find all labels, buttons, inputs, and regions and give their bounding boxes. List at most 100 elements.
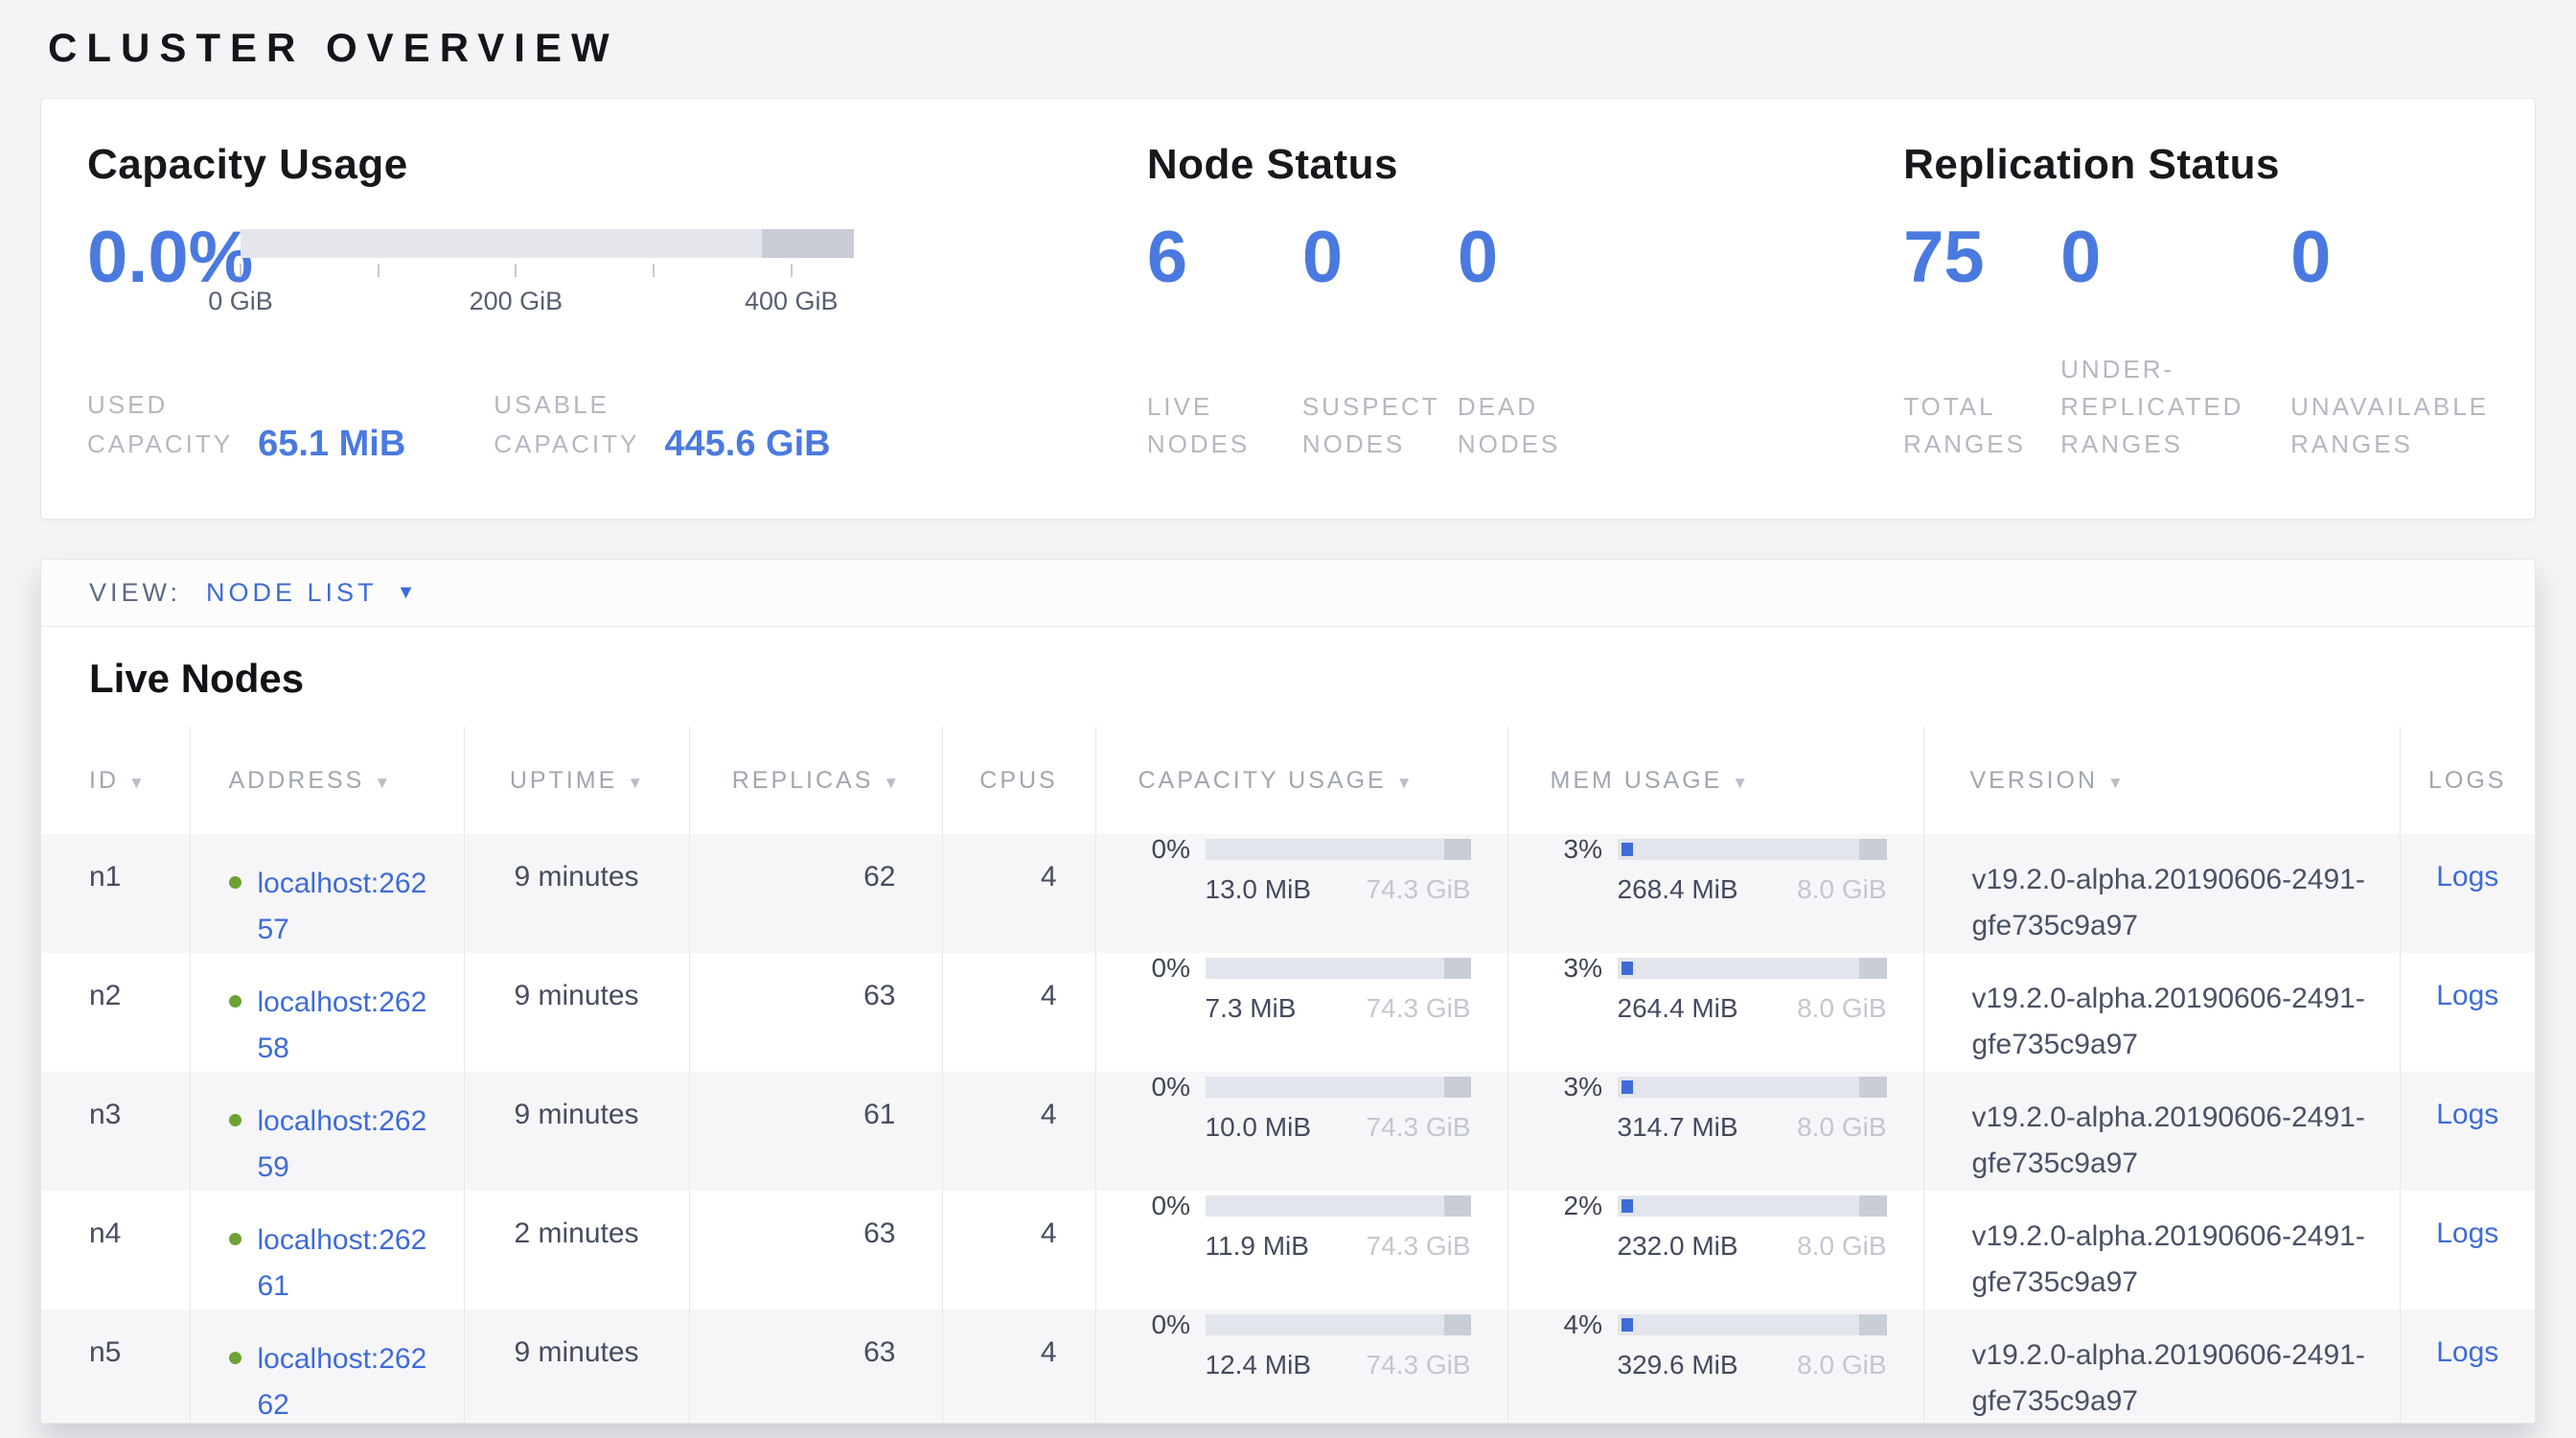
node-cpus-cell: 4 — [942, 1072, 1095, 1191]
column-header-cpus: CPUS — [942, 727, 1095, 834]
node-cpus-cell: 4 — [942, 1310, 1095, 1424]
mem-bar — [1618, 839, 1887, 860]
node-uptime-cell: 9 minutes — [464, 953, 689, 1072]
node-address-link[interactable]: localhost:26261 — [258, 1218, 438, 1310]
node-address-cell: localhost:26261 — [190, 1191, 464, 1310]
sort-caret-icon: ▼ — [2107, 774, 2124, 792]
node-address-link[interactable]: localhost:26262 — [258, 1336, 438, 1424]
sort-caret-icon: ▼ — [627, 774, 643, 792]
node-replicas-cell: 63 — [689, 953, 942, 1072]
node-version-cell: v19.2.0-alpha.20190606-2491-gfe735c9a97 — [1923, 1072, 2400, 1191]
node-live-status-icon — [229, 995, 242, 1008]
column-header-replicas[interactable]: REPLICAS▼ — [689, 727, 942, 834]
node-mem-usage-cell: 3% 264.4 MiB 8.0 GiB — [1507, 953, 1923, 1072]
mem-used-segment — [1622, 962, 1633, 975]
capacity-percent-label: 0% — [1152, 1310, 1206, 1340]
node-address-cell: localhost:26262 — [190, 1310, 464, 1424]
column-header-address[interactable]: ADDRESS▼ — [190, 727, 464, 834]
live-nodes-label: LIVE NODES — [1147, 388, 1302, 463]
suspect-nodes-count: 0 — [1302, 221, 1458, 294]
node-id-cell: n4 — [41, 1191, 190, 1310]
axis-label-0: 0 GiB — [208, 287, 273, 316]
node-replicas-cell: 61 — [689, 1072, 942, 1191]
node-id-cell: n1 — [41, 834, 190, 953]
live-nodes-stat: 6 LIVE NODES — [1147, 221, 1302, 463]
node-version-cell: v19.2.0-alpha.20190606-2491-gfe735c9a97 — [1923, 834, 2400, 953]
live-nodes-table: ID▼ ADDRESS▼ UPTIME▼ REPLICAS▼ CPUS CAPA… — [41, 727, 2535, 1424]
node-address-link[interactable]: localhost:26259 — [258, 1099, 438, 1191]
logs-link[interactable]: Logs — [2436, 1218, 2498, 1249]
node-replicas-cell: 63 — [689, 1310, 942, 1424]
sort-caret-icon: ▼ — [1396, 774, 1413, 792]
column-header-mem-usage[interactable]: MEM USAGE▼ — [1507, 727, 1923, 834]
node-id-cell: n3 — [41, 1072, 190, 1191]
node-live-status-icon — [229, 1352, 242, 1364]
node-rows: n1 localhost:26257 9 minutes 62 4 0% 13.… — [41, 834, 2535, 1424]
column-header-uptime[interactable]: UPTIME▼ — [464, 727, 689, 834]
page-title: CLUSTER OVERVIEW — [48, 25, 2536, 71]
node-version-cell: v19.2.0-alpha.20190606-2491-gfe735c9a97 — [1923, 1191, 2400, 1310]
live-nodes-panel: VIEW: NODE LIST ▼ Live Nodes ID▼ ADDRESS… — [40, 559, 2536, 1424]
logs-link[interactable]: Logs — [2436, 861, 2498, 893]
sort-caret-icon: ▼ — [374, 774, 390, 792]
column-header-capacity-usage[interactable]: CAPACITY USAGE▼ — [1095, 727, 1507, 834]
suspect-nodes-label: SUSPECT NODES — [1302, 388, 1458, 463]
node-logs-cell: Logs — [2400, 1191, 2535, 1310]
capacity-bar-reserved-segment — [762, 229, 854, 258]
node-capacity-usage-cell: 0% 12.4 MiB 74.3 GiB — [1095, 1310, 1507, 1424]
node-table-row: n1 localhost:26257 9 minutes 62 4 0% 13.… — [41, 834, 2535, 953]
total-ranges-label: TOTAL RANGES — [1903, 388, 2060, 463]
capacity-percent-label: 0% — [1152, 1072, 1206, 1102]
mem-used-segment — [1622, 1318, 1633, 1332]
column-header-id[interactable]: ID▼ — [41, 727, 190, 834]
view-selector-dropdown[interactable]: NODE LIST ▼ — [206, 578, 419, 608]
node-table-row: n4 localhost:26261 2 minutes 63 4 0% 11.… — [41, 1191, 2535, 1310]
unavailable-ranges-label: UNAVAILABLE RANGES — [2290, 388, 2489, 463]
mem-max-value: 8.0 GiB — [1797, 1231, 1886, 1262]
sort-caret-icon: ▼ — [883, 774, 899, 792]
capacity-percent-label: 0% — [1152, 1191, 1206, 1221]
node-mem-usage-cell: 3% 268.4 MiB 8.0 GiB — [1507, 834, 1923, 953]
mem-max-value: 8.0 GiB — [1797, 1112, 1886, 1143]
sort-caret-icon: ▼ — [1732, 774, 1748, 792]
node-address-link[interactable]: localhost:26257 — [258, 861, 438, 953]
node-logs-cell: Logs — [2400, 1310, 2535, 1424]
node-capacity-usage-cell: 0% 11.9 MiB 74.3 GiB — [1095, 1191, 1507, 1310]
mem-used-value: 232.0 MiB — [1618, 1231, 1738, 1262]
node-address-cell: localhost:26257 — [190, 834, 464, 953]
suspect-nodes-stat: 0 SUSPECT NODES — [1302, 221, 1458, 463]
node-logs-cell: Logs — [2400, 953, 2535, 1072]
capacity-usage-bar — [241, 229, 854, 258]
unavailable-ranges-stat: 0 UNAVAILABLE RANGES — [2290, 221, 2489, 463]
logs-link[interactable]: Logs — [2436, 1099, 2498, 1130]
capacity-usage-chart: 0.0% 0 GiB 200 GiB — [87, 221, 1147, 317]
node-capacity-usage-cell: 0% 10.0 MiB 74.3 GiB — [1095, 1072, 1507, 1191]
mem-max-value: 8.0 GiB — [1797, 993, 1886, 1024]
capacity-max-value: 74.3 GiB — [1367, 874, 1471, 905]
node-cpus-cell: 4 — [942, 953, 1095, 1072]
logs-link[interactable]: Logs — [2436, 1336, 2498, 1368]
used-capacity-label: USED CAPACITY — [87, 385, 233, 463]
mem-percent-label: 4% — [1564, 1310, 1618, 1340]
axis-label-200: 200 GiB — [470, 287, 564, 316]
node-logs-cell: Logs — [2400, 1072, 2535, 1191]
used-capacity-metric: USED CAPACITY 65.1 MiB — [87, 385, 405, 463]
capacity-used-value: 13.0 MiB — [1206, 874, 1312, 905]
column-header-version[interactable]: VERSION▼ — [1923, 727, 2400, 834]
node-id-cell: n5 — [41, 1310, 190, 1424]
capacity-used-value: 12.4 MiB — [1206, 1350, 1312, 1380]
node-address-cell: localhost:26259 — [190, 1072, 464, 1191]
mem-used-segment — [1622, 1199, 1633, 1213]
logs-link[interactable]: Logs — [2436, 980, 2498, 1011]
table-header-row: ID▼ ADDRESS▼ UPTIME▼ REPLICAS▼ CPUS CAPA… — [41, 727, 2535, 834]
mem-percent-label: 3% — [1564, 834, 1618, 865]
usable-capacity-label: USABLE CAPACITY — [494, 385, 639, 463]
cluster-overview-page: CLUSTER OVERVIEW Capacity Usage 0.0% — [0, 25, 2576, 1424]
node-uptime-cell: 9 minutes — [464, 1072, 689, 1191]
view-bar: VIEW: NODE LIST ▼ — [41, 560, 2535, 627]
capacity-usage-section: Capacity Usage 0.0% — [87, 141, 1147, 465]
capacity-percent-label: 0% — [1152, 953, 1206, 984]
node-address-link[interactable]: localhost:26258 — [258, 980, 438, 1072]
under-replicated-label: UNDER- REPLICATED RANGES — [2060, 351, 2290, 463]
usable-capacity-value: 445.6 GiB — [664, 424, 830, 465]
